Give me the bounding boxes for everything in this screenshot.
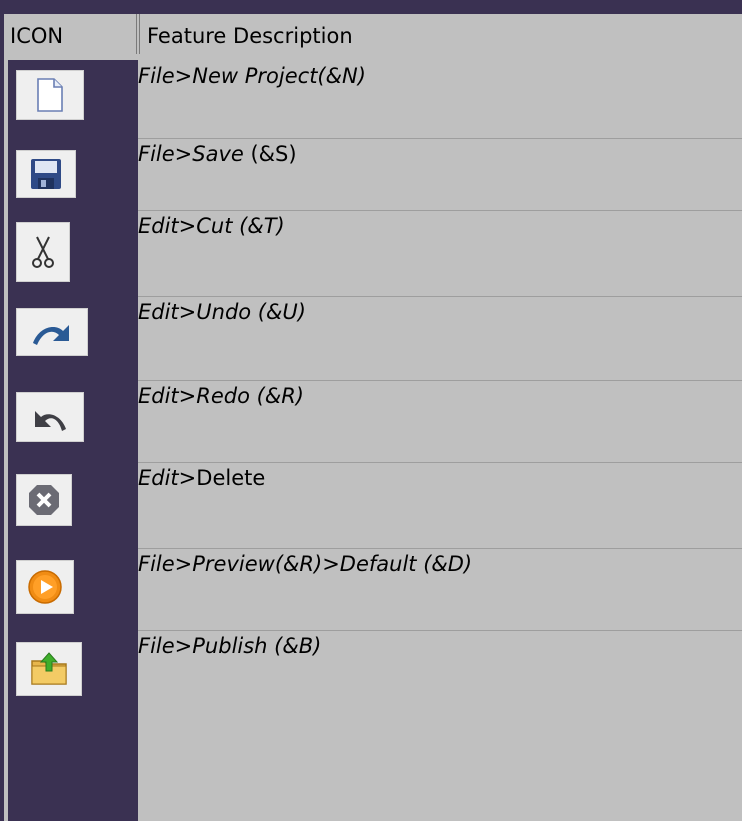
row-label: File>Save (&S) xyxy=(138,142,297,166)
table-row: File>Save (&S) xyxy=(4,138,742,198)
row-divider xyxy=(138,210,742,211)
row-label: File>Publish (&B) xyxy=(138,634,322,658)
table-row: Edit>Redo (&R) xyxy=(4,380,742,442)
row-divider xyxy=(138,380,742,381)
undo-arrow-icon[interactable] xyxy=(16,308,88,356)
save-floppy-icon[interactable] xyxy=(16,150,76,198)
table-row: File>Preview(&R)>Default (&D) xyxy=(4,548,742,614)
row-divider xyxy=(138,462,742,463)
row-label: File>Preview(&R)>Default (&D) xyxy=(138,552,473,576)
new-file-icon[interactable] xyxy=(16,70,84,120)
preview-play-icon[interactable] xyxy=(16,560,74,614)
scissors-icon[interactable] xyxy=(16,222,70,282)
table-row: Edit>Cut (&T) xyxy=(4,210,742,282)
row-label: Edit>Cut (&T) xyxy=(138,214,285,238)
header-divider xyxy=(136,14,140,54)
feature-table: ICON Feature Description File>New Projec… xyxy=(0,14,742,821)
table-row: File>Publish (&B) xyxy=(4,630,742,780)
redo-arrow-icon[interactable] xyxy=(16,392,84,442)
row-label-action: >Delete xyxy=(178,466,266,490)
row-label: Edit>Delete xyxy=(138,466,265,490)
row-divider xyxy=(138,296,742,297)
table-row: Edit>Undo (&U) xyxy=(4,296,742,356)
row-divider xyxy=(138,138,742,139)
row-label-shortcut: (&S) xyxy=(243,142,297,166)
delete-x-icon[interactable] xyxy=(16,474,72,526)
table-header: ICON Feature Description xyxy=(4,14,742,60)
row-divider xyxy=(138,548,742,549)
table-row: File>New Project(&N) xyxy=(4,60,742,120)
table-row: Edit>Delete xyxy=(4,462,742,526)
description-column-header: Feature Description xyxy=(147,24,353,48)
publish-folder-icon[interactable] xyxy=(16,642,82,696)
row-label: Edit>Redo (&R) xyxy=(138,384,304,408)
row-divider xyxy=(138,630,742,631)
row-label-menu: File>Save xyxy=(138,142,244,166)
icon-column-header: ICON xyxy=(10,24,64,48)
row-label: Edit>Undo (&U) xyxy=(138,300,306,324)
row-label: File>New Project(&N) xyxy=(138,64,366,88)
row-label-menu: Edit xyxy=(138,466,179,490)
